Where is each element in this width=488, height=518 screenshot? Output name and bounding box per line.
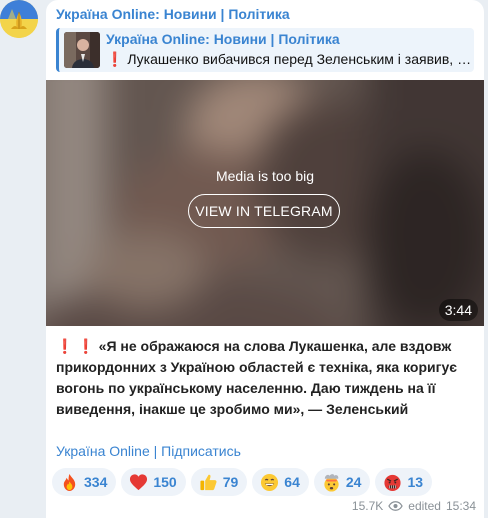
post-text: ❗ ❗ «Я не ображаюся на слова Лукашенка, …	[56, 336, 476, 420]
reaction-count: 150	[153, 474, 177, 490]
grin-face-icon	[261, 473, 279, 491]
fire-icon	[63, 473, 76, 491]
reaction-fire[interactable]: 334	[52, 468, 117, 496]
video-duration-badge: 3:44	[438, 299, 478, 321]
reaction-count: 64	[284, 474, 300, 490]
reaction-grin[interactable]: 64	[252, 468, 309, 496]
subscribe-link[interactable]: Україна Online | Підписатись	[56, 443, 241, 459]
channel-name[interactable]: Україна Online: Новини | Політика	[56, 6, 290, 22]
view-count: 15.7K	[351, 499, 384, 513]
reply-text: Лукашенко вибачився перед Зеленським і з…	[127, 51, 472, 67]
reaction-count: 334	[84, 474, 108, 490]
reaction-heart[interactable]: 150	[121, 468, 186, 496]
exploding-head-icon	[324, 473, 339, 492]
angry-face-icon	[384, 474, 402, 491]
channel-avatar[interactable]	[0, 0, 38, 38]
reaction-count: 13	[407, 474, 424, 490]
post-exclamation-icons: ❗ ❗	[56, 338, 95, 354]
reaction-exploding-head[interactable]: 24	[313, 468, 371, 496]
view-in-telegram-button[interactable]: VIEW IN TELEGRAM	[188, 194, 340, 228]
reply-thumbnail	[64, 32, 100, 68]
reply-title: Україна Online: Новини | Політика	[106, 31, 340, 47]
reply-preview[interactable]: Україна Online: Новини | Політика ❗ Лука…	[56, 28, 474, 72]
thumbs-up-icon	[200, 474, 217, 490]
reactions-bar: 334 150 79 64 24 13	[52, 468, 433, 496]
chat-view: Україна Online: Новини | Політика Україн…	[0, 0, 488, 518]
eye-icon	[388, 501, 404, 511]
message-time: 15:34	[445, 499, 476, 513]
media-too-big-label: Media is too big	[215, 168, 315, 184]
reaction-count: 24	[345, 474, 362, 490]
message-meta: 15.7K edited 15:34	[352, 499, 476, 513]
message-bubble: Україна Online: Новини | Політика Україн…	[46, 0, 484, 518]
post-quote: «Я не ображаюся на слова Лукашенка, але …	[56, 338, 457, 417]
heart-icon	[130, 473, 148, 490]
video-preview[interactable]: Media is too big VIEW IN TELEGRAM 3:44	[46, 80, 484, 326]
reaction-angry[interactable]: 13	[375, 468, 433, 496]
reaction-thumbs-up[interactable]: 79	[190, 468, 248, 496]
channel-logo-icon	[0, 0, 38, 38]
reply-text-line: ❗ Лукашенко вибачився перед Зеленським і…	[106, 51, 472, 68]
reaction-count: 79	[222, 474, 239, 490]
edited-label: edited	[408, 499, 441, 513]
reply-exclamation: ❗	[106, 51, 124, 67]
